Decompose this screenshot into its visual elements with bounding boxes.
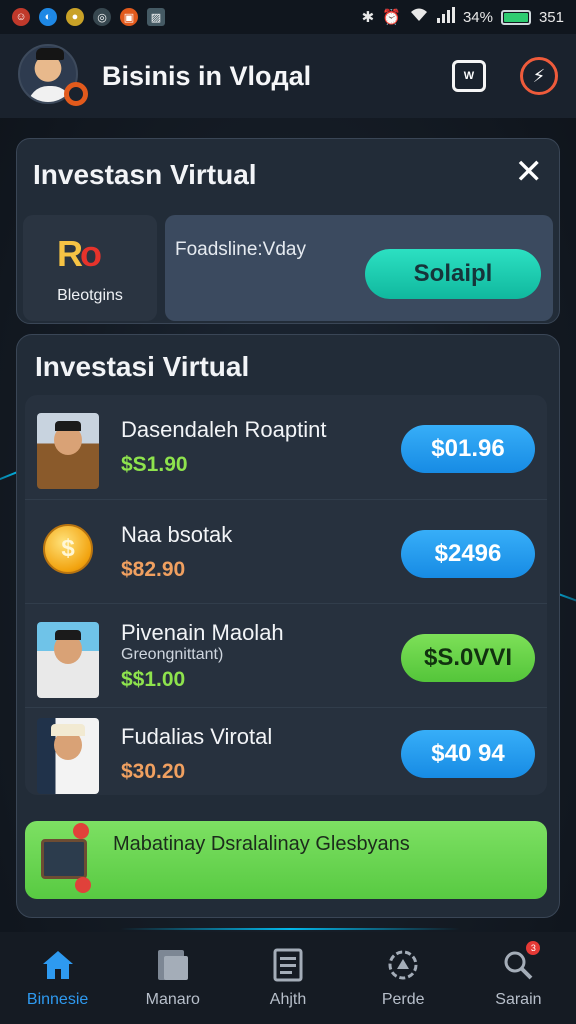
nav-item-home[interactable]: Binnesie [0,932,115,1024]
glow-line-bottom [120,928,460,930]
list-item[interactable]: Pivenain Maolah Greongnittant) $$1.00 $S… [25,603,547,707]
nav-item-document[interactable]: Ahjth [230,932,345,1024]
promo-logo-letter: R [57,233,83,274]
app-blue-icon: ◐ [39,8,57,26]
promo-panel-text: Foadsline:Vday [175,239,306,260]
coin-icon: ● [66,8,84,26]
close-icon[interactable]: ✕ [515,155,544,189]
item-buy-button[interactable]: $2496 [401,530,535,578]
wallet-icon[interactable]: W [452,60,486,92]
item-thumbnail [37,622,99,698]
promo-banner[interactable]: Mabatinay Dsralalinay Glesbyans [25,821,547,899]
battery-icon [500,9,531,25]
banner-text: Mabatinay Dsralalinay Glesbyans [113,833,410,855]
bluetooth-icon: ✱ [361,9,375,26]
profile-avatar[interactable] [18,44,88,108]
promo-tile[interactable]: Ro Bleotgins [23,215,157,321]
power-icon[interactable]: ⚡ [520,57,558,95]
promo-tile-label: Bleotgins [57,287,123,304]
signal-icon [436,7,455,27]
item-subtitle: Greongnittant) [121,646,224,663]
investment-list: Dasendaleh Roaptint $S1.90 $01.96 $ Naa … [25,395,547,795]
nav-label: Perde [381,991,425,1008]
notification-badge: 3 [526,941,541,955]
nav-item-folder[interactable]: Manaro [115,932,230,1024]
shop-terminal-icon [35,823,95,897]
item-name: Dasendaleh Roaptint [121,417,327,442]
item-thumbnail [37,718,99,794]
alarm-icon: ⏰ [382,9,401,26]
profile-search-icon: 3 [500,941,541,983]
settings-icon [385,947,421,983]
item-thumbnail [37,413,99,489]
item-buy-button[interactable]: $40 94 [401,730,535,778]
status-app-icons: ☺ ◐ ● ◎ ▣ ▨ [12,8,165,26]
jollibee-icon: ☺ [12,8,30,26]
item-amount: $30.20 [121,760,186,783]
investment-card: Investasi Virtual Dasendaleh Roaptint $S… [16,334,560,918]
item-buy-button[interactable]: $01.96 [401,425,535,473]
wifi-icon [409,7,429,27]
item-name: Fudalias Virotal [121,724,273,749]
item-amount: $82.90 [121,558,186,581]
home-icon [40,947,76,983]
app-header: Bisinis in Vloдal W ⚡ [0,34,576,118]
promo-logo-icon: Ro [57,233,102,274]
nav-label: Binnesie [26,991,89,1008]
promo-panel: Foadsline:Vday Solaipl [165,215,553,321]
camera-icon: ◎ [93,8,111,26]
nav-label: Ahjth [269,991,307,1008]
item-amount: $$1.00 [121,668,186,691]
status-bar: ☺ ◐ ● ◎ ▣ ▨ ✱ ⏰ 34% 351 [0,0,576,34]
promo-cta-button[interactable]: Solaipl [365,249,541,299]
nav-label: Sarain [495,991,542,1008]
document-icon [270,947,306,983]
nav-item-settings[interactable]: Perde [346,932,461,1024]
gallery-icon: ▣ [120,8,138,26]
list-item[interactable]: $ Naa bsotak $82.90 $2496 [25,499,547,603]
app-title: Bisinis in Vloдal [102,60,312,91]
folder-icon [155,947,191,983]
status-ring-icon [64,82,88,106]
item-name: Pivenain Maolah [121,620,284,645]
investment-title: Investasi Virtual [35,351,250,382]
status-time: 351 [538,8,564,26]
item-name: Naa bsotak [121,522,233,547]
promo-card: Investasn Virtual ✕ Ro Bleotgins Foadsli… [16,138,560,324]
coin-icon: $ [43,524,93,574]
list-item[interactable]: Fudalias Virotal $30.20 $40 94 [25,707,547,795]
chart-icon: ▨ [147,8,165,26]
battery-percent: 34% [462,8,493,26]
nav-item-search[interactable]: 3 Sarain [461,932,576,1024]
item-buy-button[interactable]: $S.0VVI [401,634,535,682]
nav-label: Manaro [145,991,200,1008]
bottom-nav: Binnesie Manaro Ahjth Perde 3 Sarain [0,932,576,1024]
item-amount: $S1.90 [121,453,188,476]
promo-title: Investasn Virtual [33,159,257,190]
list-item[interactable]: Dasendaleh Roaptint $S1.90 $01.96 [25,395,547,499]
